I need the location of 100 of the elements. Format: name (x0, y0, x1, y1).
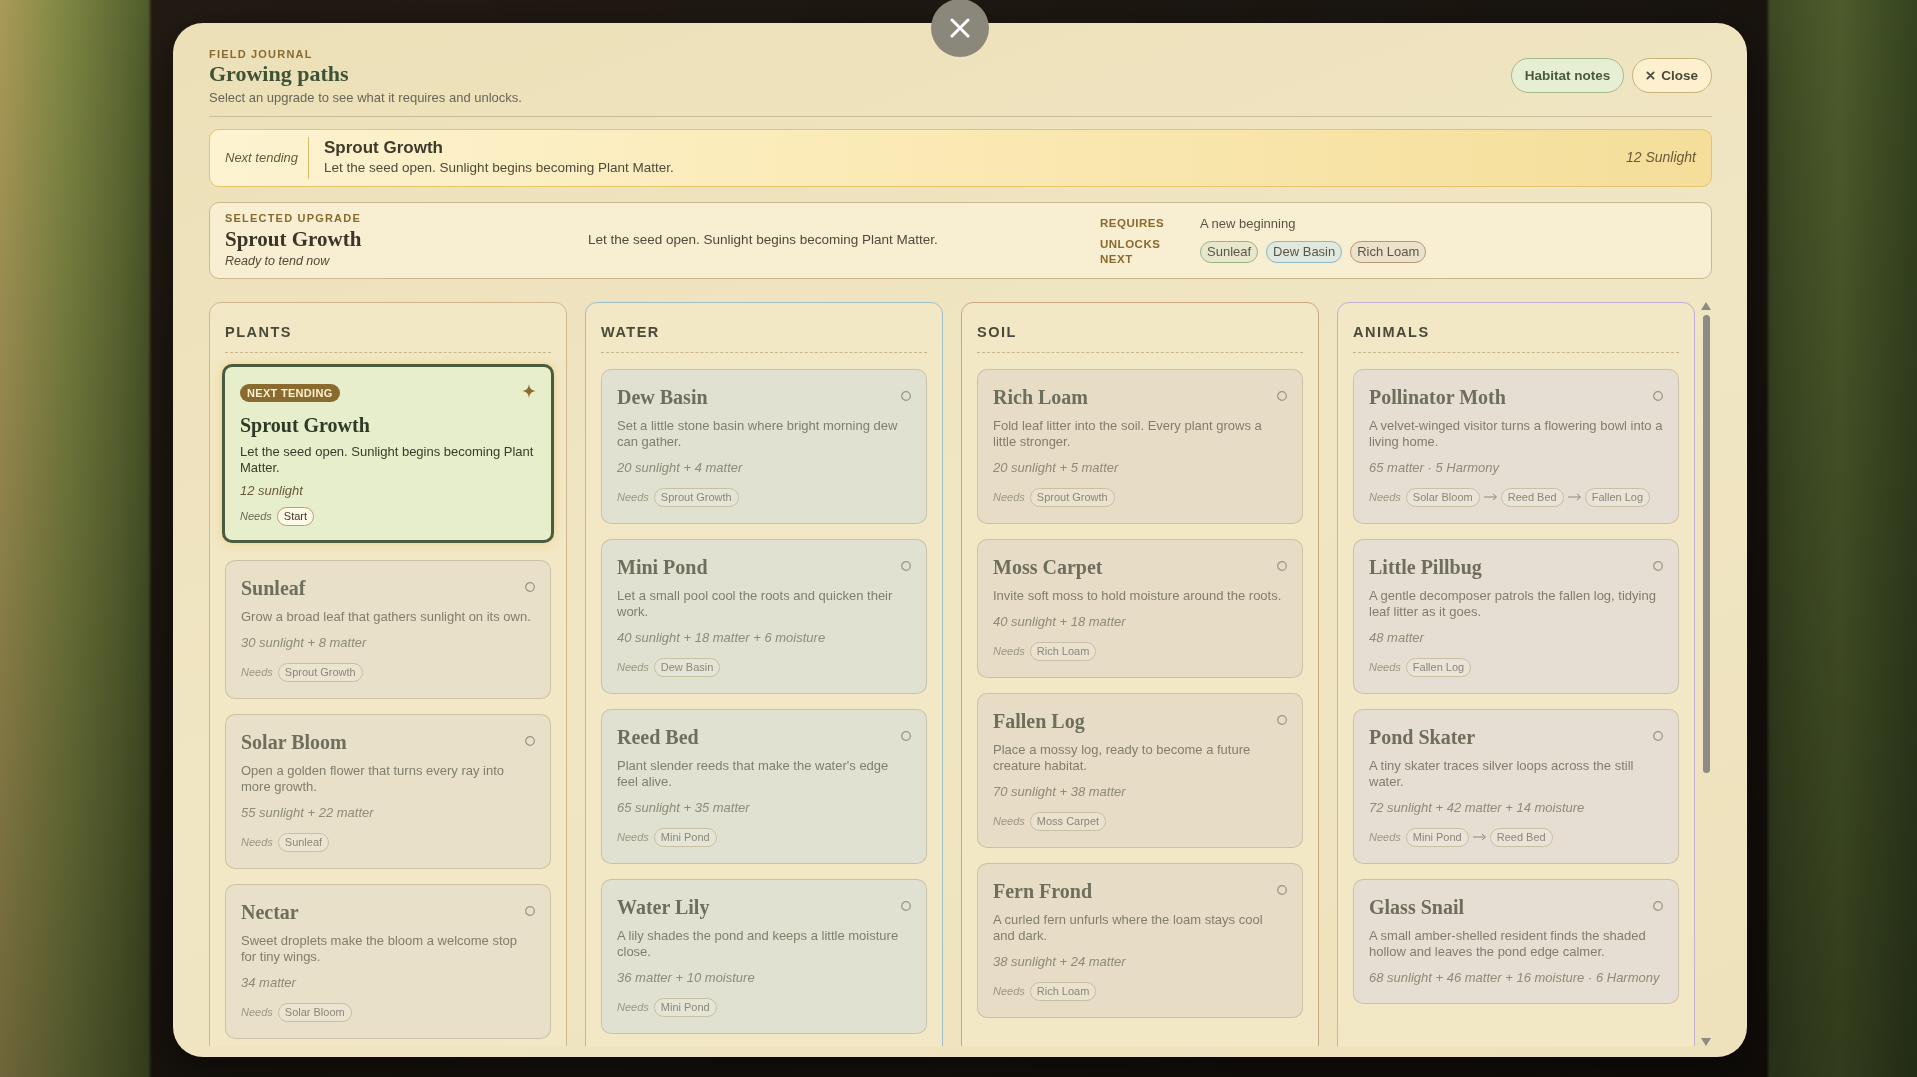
upgrade-card[interactable]: Moss Carpet Invite soft moss to hold moisture around the roots. 40 sunlight + 18 matter Needs Rich Loam (977, 539, 1303, 679)
upgrade-card[interactable]: Solar Bloom Open a golden flower that turns every ray into more growth. 55 sunlight + 22 matter Needs Sunleaf (225, 714, 551, 870)
ring-icon (901, 731, 911, 742)
ring-icon (901, 561, 911, 572)
needs-label: Needs (617, 659, 649, 675)
upgrade-cost: 30 sunlight + 8 matter (241, 634, 368, 653)
habitat-notes-button[interactable]: Habitat notes (1510, 58, 1625, 93)
scroll-down-icon[interactable] (1701, 1038, 1711, 1046)
upgrade-description: Let a small pool cool the roots and quicken their work. (617, 588, 894, 621)
upgrade-description: Let the seed open. Sunlight begins becoming Plant Matter. (240, 444, 535, 477)
upgrade-cost: 40 sunlight + 18 matter (993, 613, 1127, 632)
upgrade-title: Solar Bloom (241, 730, 347, 756)
ring-icon (901, 391, 911, 402)
ring-icon (525, 906, 535, 917)
ring-icon (1277, 885, 1287, 896)
upgrade-title: Little Pillbug (1369, 555, 1482, 581)
upgrade-cost: 72 sunlight + 42 matter + 14 moisture (1369, 799, 1586, 818)
upgrade-title: Moss Carpet (993, 555, 1103, 581)
upgrade-description: Set a little stone basin where bright morning dew can gather. (617, 418, 899, 451)
column-title: SOIL (977, 323, 1018, 342)
panel-eyebrow: SELECTED UPGRADE (225, 211, 362, 226)
prerequisite-chip: Sprout Growth (653, 487, 739, 507)
upgrade-card[interactable]: Pollinator Moth A velvet-winged visitor turns a flowering bowl into a living home. 65 matter · 5 Harmony Needs Solar Bloom Reed Bed Fallen Log (1353, 369, 1679, 525)
ring-icon (525, 582, 535, 593)
upgrade-description: Grow a broad leaf that gathers sunlight on its own. (241, 609, 532, 626)
needs-label: Needs (241, 1004, 273, 1020)
ring-icon (901, 901, 911, 912)
upgrade-card[interactable]: Reed Bed Plant slender reeds that make the water's edge feel alive. 65 sunlight + 35 matter Needs Mini Pond (601, 709, 927, 865)
upgrade-cost: 70 sunlight + 38 matter (993, 783, 1127, 802)
prerequisite-chip: Start (276, 506, 315, 526)
arrow-icon (1472, 833, 1486, 842)
upgrade-card[interactable]: NEXT TENDING Sprout Growth Let the seed open. Sunlight begins becoming Plant Matter. 12 sunlight Needs Start (222, 364, 554, 544)
upgrade-description: Invite soft moss to hold moisture around the roots. (993, 588, 1283, 605)
needs-label: Needs (241, 834, 273, 850)
upgrade-description: A tiny skater traces silver loops across the still water. (1369, 758, 1635, 791)
upgrade-description: A curled fern unfurls where the loam stays cool and dark. (993, 912, 1264, 945)
upgrade-card[interactable]: Dew Basin Set a little stone basin where bright morning dew can gather. 20 sunlight + 4 matter Needs Sprout Growth (601, 369, 927, 525)
scrollbar-thumb[interactable] (1702, 315, 1710, 774)
upgrade-card[interactable]: Nectar Sweet droplets make the bloom a welcome stop for tiny wings. 34 matter Needs Solar Bloom (225, 884, 551, 1040)
upgrade-cost: 65 sunlight + 35 matter (617, 799, 751, 818)
upgrade-card[interactable]: Rich Loam Fold leaf litter into the soil. Every plant grows a little stronger. 20 sunlight + 5 matter Needs Sprout Growth (977, 369, 1303, 525)
upgrade-description: A velvet-winged visitor turns a flowering bowl into a living home. (1369, 418, 1663, 451)
upgrade-cost: 12 sunlight (240, 482, 305, 501)
upgrade-cost: 48 matter (1369, 629, 1426, 648)
needs-label: Needs (1369, 829, 1401, 845)
ring-icon (1277, 561, 1287, 572)
needs-label: Needs (617, 829, 649, 845)
upgrade-title: Fern Frond (993, 879, 1093, 905)
upgrade-cost: 40 sunlight + 18 matter + 6 moisture (617, 629, 827, 648)
upgrade-title: Dew Basin (617, 385, 708, 411)
upgrade-title: Mini Pond (617, 555, 708, 581)
upgrade-title: Reed Bed (617, 725, 699, 751)
upgrade-title: Glass Snail (1369, 895, 1465, 921)
upgrade-cost: 55 sunlight + 22 matter (241, 804, 375, 823)
upgrade-card[interactable]: Fern Frond A curled fern unfurls where the loam stays cool and dark. 38 sunlight + 24 matter Needs Rich Loam (977, 863, 1303, 1019)
arrow-icon (1567, 493, 1581, 502)
upgrade-title: Water Lily (617, 895, 710, 921)
upgrade-title: Nectar (241, 900, 299, 926)
column-title: PLANTS (225, 323, 293, 342)
needs-label: Needs (993, 643, 1025, 659)
unlock-chip: Sunleaf (1200, 241, 1259, 264)
close-button[interactable]: Close (1632, 58, 1712, 93)
scroll-up-icon[interactable] (1701, 302, 1711, 311)
upgrade-title: Rich Loam (993, 385, 1088, 411)
upgrade-card[interactable]: Glass Snail A small amber-shelled resident finds the shaded hollow and leaves the pond edge calmer. 68 sunlight + 46 matter + 16 moisture · 6 Harmony (1353, 879, 1679, 1005)
requires-value: A new beginning (1200, 214, 1297, 233)
eyebrow-label: FIELD JOURNAL (209, 47, 314, 61)
ring-icon (1653, 731, 1663, 742)
upgrade-card[interactable]: Little Pillbug A gentle decomposer patrols the fallen log, tidying leaf litter as it goes. 48 matter Needs Fallen Log (1353, 539, 1679, 695)
upgrade-description: A small amber-shelled resident finds the shaded hollow and leaves the pond edge calmer. (1369, 928, 1647, 961)
selected-description: Let the seed open. Sunlight begins becoming Plant Matter. (588, 232, 938, 248)
upgrade-cost: 36 matter + 10 moisture (617, 969, 756, 988)
upgrade-card[interactable]: Mini Pond Let a small pool cool the roots and quicken their work. 40 sunlight + 18 matter + 6 moisture Needs Dew Basin (601, 539, 927, 695)
banner-cost: 12 Sunlight (1625, 148, 1696, 168)
upgrade-title: Fallen Log (993, 709, 1085, 735)
needs-label: Needs (993, 813, 1025, 829)
upgrade-card[interactable]: Pond Skater A tiny skater traces silver loops across the still water. 72 sunlight + 42 matter + 14 moisture Needs Mini Pond Reed Bed (1353, 709, 1679, 865)
banner-title: Sprout Growth (324, 138, 444, 159)
needs-label: Needs (1369, 659, 1401, 675)
needs-label: Needs (993, 489, 1025, 505)
upgrade-description: Plant slender reeds that make the water's edge feel alive. (617, 758, 890, 791)
upgrade-description: A gentle decomposer patrols the fallen log, tidying leaf litter as it goes. (1369, 588, 1657, 621)
needs-label: Needs (993, 983, 1025, 999)
ring-icon (1653, 561, 1663, 572)
upgrade-description: A lily shades the pond and keeps a little moisture close. (617, 928, 900, 961)
ring-icon (525, 736, 535, 747)
journal-title: Growing paths (209, 61, 350, 87)
column-title: WATER (601, 323, 661, 342)
upgrade-cost: 65 matter · 5 Harmony (1369, 459, 1501, 478)
prerequisite-chip: Sprout Growth (277, 662, 363, 682)
needs-label: Needs (240, 508, 272, 524)
upgrade-card[interactable]: Sunleaf Grow a broad leaf that gathers sunlight on its own. 30 sunlight + 8 matter Needs Sprout Growth (225, 560, 551, 700)
upgrade-description: Sweet droplets make the bloom a welcome stop for tiny wings. (241, 933, 519, 966)
upgrade-card[interactable]: Water Lily A lily shades the pond and keeps a little moisture close. 36 matter + 10 moisture Needs Mini Pond (601, 879, 927, 1035)
upgrade-card[interactable]: Fallen Log Place a mossy log, ready to become a future creature habitat. 70 sunlight + 38 matter Needs Moss Carpet (977, 693, 1303, 849)
upgrade-description: Fold leaf litter into the soil. Every plant grows a little stronger. (993, 418, 1263, 451)
needs-label: Needs (241, 664, 273, 680)
upgrade-cost: 38 sunlight + 24 matter (993, 953, 1127, 972)
prerequisite-chip: Rich Loam (1029, 981, 1097, 1001)
unlocks-label: UNLOCKS NEXT (1100, 237, 1162, 268)
